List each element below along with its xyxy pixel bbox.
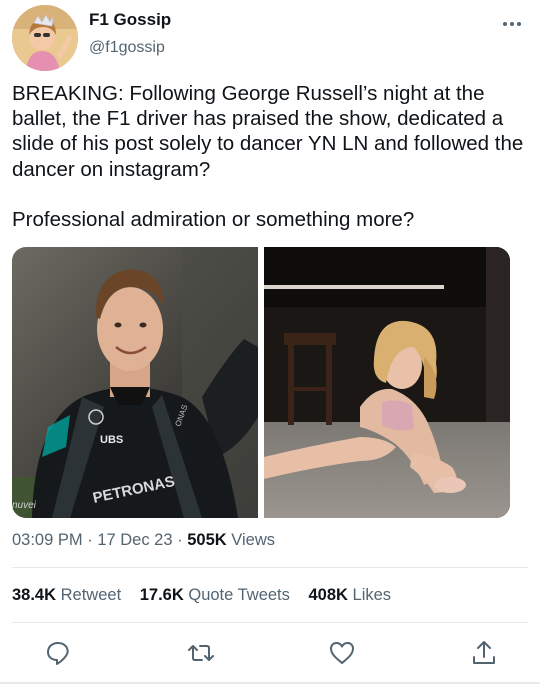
reply-icon <box>47 642 69 665</box>
author-handle[interactable]: @f1gossip <box>89 39 165 57</box>
more-dots-icon <box>503 22 521 26</box>
like-button[interactable] <box>327 638 357 668</box>
dancer-photo <box>264 247 510 518</box>
driver-photo: UBS PETRONAS nuvei ONAS <box>12 247 258 518</box>
action-bar <box>0 638 540 668</box>
sleeve-logo-text: nuvei <box>12 500 37 511</box>
avatar-image <box>12 5 78 71</box>
retweet-button[interactable] <box>186 638 216 668</box>
retweets-stat[interactable]: 38.4K Retweet <box>12 586 121 604</box>
tweet-body: BREAKING: Following George Russell’s nig… <box>12 81 530 232</box>
avatar[interactable] <box>12 5 78 71</box>
author-display-name[interactable]: F1 Gossip <box>89 10 171 30</box>
quote-tweets-stat[interactable]: 17.6K Quote Tweets <box>140 586 290 604</box>
divider <box>12 567 528 568</box>
ubs-logo-text: UBS <box>100 434 123 446</box>
meta-separator: · <box>87 531 93 549</box>
retweets-label: Retweet <box>60 586 122 604</box>
more-options-button[interactable] <box>500 16 524 32</box>
divider-2 <box>12 622 528 623</box>
views-count: 505K <box>187 531 227 549</box>
likes-stat[interactable]: 408K Likes <box>308 586 391 604</box>
meta-separator-2: · <box>177 531 183 549</box>
media-photo-driver[interactable]: UBS PETRONAS nuvei ONAS <box>12 247 258 518</box>
tweet-time[interactable]: 03:09 PM <box>12 531 83 549</box>
tweet-question: Professional admiration or something mor… <box>12 207 415 231</box>
reply-button[interactable] <box>43 638 73 668</box>
tweet-text: BREAKING: Following George Russell’s nig… <box>12 82 524 181</box>
engagement-stats: 38.4K Retweet 17.6K Quote Tweets 408K Li… <box>12 586 405 605</box>
likes-label: Likes <box>352 586 392 604</box>
heart-icon <box>330 642 354 664</box>
retweets-count: 38.4K <box>12 586 57 604</box>
media-photo-dancer[interactable] <box>264 247 510 518</box>
quote-tweets-count: 17.6K <box>139 586 184 604</box>
quote-tweets-label: Quote Tweets <box>188 586 290 604</box>
likes-count: 408K <box>308 586 348 604</box>
share-icon <box>473 641 495 664</box>
tweet-meta: 03:09 PM · 17 Dec 23 · 505K Views <box>12 531 275 550</box>
views-label: Views <box>231 531 275 549</box>
share-button[interactable] <box>469 638 499 668</box>
retweet-icon <box>188 645 214 661</box>
tweet-date[interactable]: 17 Dec 23 <box>97 531 172 549</box>
